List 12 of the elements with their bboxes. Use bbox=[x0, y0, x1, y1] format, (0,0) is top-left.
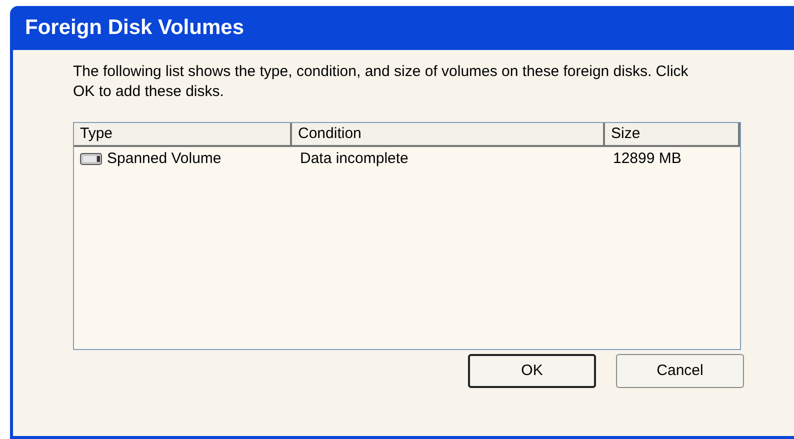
description-text: The following list shows the type, condition, and size of volumes on these foreign disks. Click OK to add these disks. bbox=[73, 62, 690, 102]
column-header[interactable]: Size bbox=[605, 123, 740, 147]
column-header[interactable]: Condition bbox=[292, 123, 605, 147]
window-title: Foreign Disk Volumes bbox=[25, 15, 244, 42]
column-header[interactable]: Type bbox=[74, 123, 292, 147]
table-cell-text: Spanned Volume bbox=[107, 148, 222, 169]
volume-row[interactable]: Spanned Volume Data incomplete 12899 MB bbox=[74, 147, 740, 171]
table-cell: 12899 MB bbox=[613, 150, 682, 167]
dialog-button[interactable]: Cancel bbox=[616, 354, 744, 388]
dialog-button[interactable]: OK bbox=[468, 354, 596, 388]
disk-drive-icon bbox=[80, 153, 102, 165]
table-cell: Data incomplete bbox=[300, 150, 408, 167]
